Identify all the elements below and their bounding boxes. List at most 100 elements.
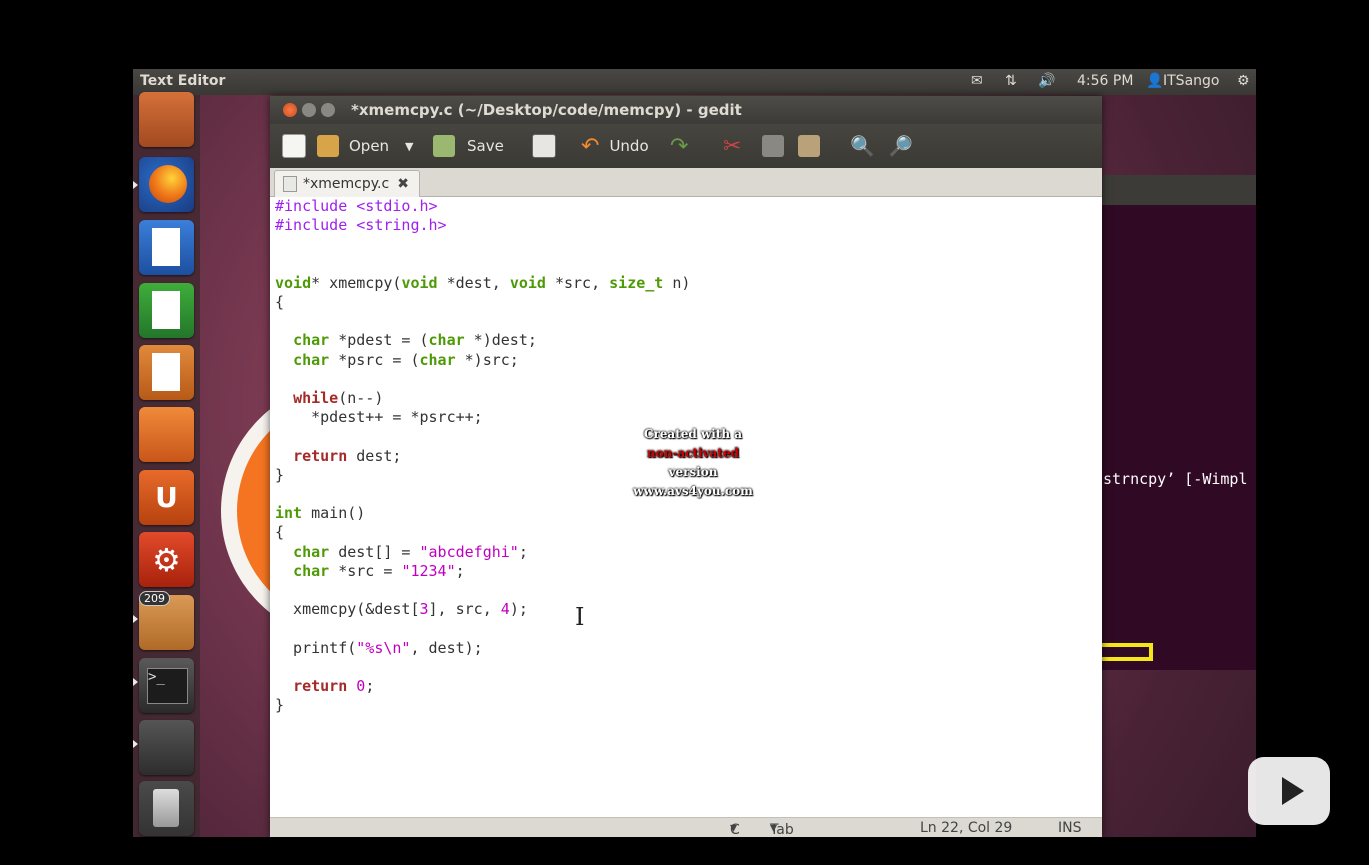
redo-icon: ↷ [670,133,689,159]
code-line: char *psrc = (char *)src; [293,350,519,369]
top-panel: Text Editor ✉ ⇅ 🔊 4:56 PM 👤 ITSango ⚙ [133,69,1256,95]
launcher: U ⚙ 209 >_ [133,92,200,837]
code-editor[interactable]: #include <stdio.h> #include <string.h> v… [270,197,1102,817]
open-button[interactable]: Open [317,132,389,160]
mail-icon[interactable]: ✉ [971,73,983,89]
paste-button[interactable] [798,132,820,160]
watermark-line-1: Created with a [643,427,743,441]
text-editor-icon[interactable] [139,720,194,775]
print-icon [532,134,556,158]
chevron-down-icon: ▼ [405,139,414,153]
minimize-button[interactable] [302,103,316,117]
folder-open-icon [317,135,339,157]
close-tab-icon[interactable]: ✖ [397,176,409,192]
code-line: return 0; [293,677,375,696]
terminal-highlight-box [1095,643,1153,661]
cut-button[interactable]: ✂ [723,132,741,160]
trash-can-glyph [153,789,179,827]
new-document-button[interactable] [282,132,306,160]
file-icon [283,176,297,192]
replace-button[interactable]: 🔎 [888,132,913,160]
firefox-logo [149,165,187,203]
scissors-icon: ✂ [723,133,742,159]
language-selector[interactable]: C ▾ [730,820,740,837]
undo-button[interactable]: ↶ Undo [581,132,649,160]
insert-mode: INS [1058,820,1082,836]
code-line: int main() [275,504,366,523]
maximize-button[interactable] [321,103,335,117]
close-button[interactable] [283,103,297,117]
document-glyph [152,228,180,266]
code-line: while(n--) [293,389,384,408]
terminal-icon[interactable]: >_ [139,658,194,713]
terminal-glyph: >_ [147,668,188,704]
cursor-position: Ln 22, Col 29 [920,820,1013,836]
shopping-bag-icon[interactable] [139,407,194,462]
update-icon[interactable]: 209 [139,591,194,650]
code-line: char *pdest = (char *)dest; [293,331,537,350]
presentation-glyph [152,353,180,391]
ubuntu-one-icon[interactable]: U [139,470,194,525]
redo-button[interactable]: ↷ [670,132,688,160]
open-label: Open [349,137,390,155]
update-count-badge: 209 [139,591,170,606]
code-line: *pdest++ = *psrc++; [275,408,483,427]
calc-icon[interactable] [139,283,194,338]
paste-icon [798,135,820,157]
code-line: #include <string.h> [275,216,447,235]
network-icon[interactable]: ⇅ [1005,73,1017,89]
code-line: { [275,293,285,312]
window-titlebar[interactable]: *xmemcpy.c (~/Desktop/code/memcpy) - ged… [270,96,1102,124]
desktop: strncpy’ [-Wimpl Text Editor ✉ ⇅ 🔊 4:56 … [133,69,1256,837]
save-label: Save [467,137,504,155]
user-icon[interactable]: 👤 [1146,73,1163,89]
tab-bar: *xmemcpy.c ✖ [270,168,1102,197]
play-icon [1282,777,1304,805]
writer-icon[interactable] [139,220,194,275]
clock[interactable]: 4:56 PM [1077,73,1133,89]
user-name[interactable]: ITSango [1163,73,1219,89]
find-button[interactable]: 🔍 [850,132,875,160]
trash-icon[interactable] [139,781,194,836]
running-indicator [133,181,138,189]
background-terminal-titlebar[interactable] [1093,175,1256,205]
search-replace-icon: 🔎 [888,134,913,158]
impress-icon[interactable] [139,345,194,400]
gear-icon[interactable]: ⚙ [1237,73,1250,89]
spreadsheet-glyph [152,291,180,329]
watermark-line-3: www.avs4you.com [633,484,753,498]
code-line: char *src = "1234"; [293,561,465,580]
print-button[interactable] [532,132,556,160]
folder-icon[interactable] [139,92,194,147]
settings-icon[interactable]: ⚙ [139,532,194,587]
running-indicator [133,740,138,748]
code-line: xmemcpy(&dest[3], src, 4); [275,600,528,619]
running-indicator [133,678,138,686]
code-line: } [275,696,285,715]
volume-icon[interactable]: 🔊 [1038,73,1055,89]
undo-label: Undo [609,137,649,155]
code-line: #include <stdio.h> [275,197,438,215]
code-line: void* xmemcpy(void *dest, void *src, siz… [275,273,691,292]
toolbar: Open ▼ Save ↶ Undo ↷ ✂ 🔍 🔎 [270,124,1102,168]
terminal-output-line: strncpy’ [-Wimpl [1103,470,1248,488]
bilibili-logo [1248,757,1330,825]
text-cursor-icon: I [575,603,585,631]
watermark-line-2: non-activated version [647,446,739,479]
window-title: *xmemcpy.c (~/Desktop/code/memcpy) - ged… [351,101,742,119]
search-icon: 🔍 [850,134,875,158]
wrench-glyph: ⚙ [152,540,181,579]
background-terminal-window[interactable]: strncpy’ [-Wimpl [1093,175,1256,670]
copy-button[interactable] [762,132,784,160]
code-line: char dest[] = "abcdefghi"; [293,542,528,561]
open-recent-dropdown[interactable]: ▼ [405,132,413,160]
save-button[interactable]: Save [433,132,504,160]
document-tab[interactable]: *xmemcpy.c ✖ [274,170,420,197]
code-line: } [275,465,285,484]
running-indicator [133,615,138,623]
firefox-icon[interactable] [139,157,194,212]
tab-width-selector[interactable]: Tab Width: 8 ▾ [770,820,794,837]
tab-label: *xmemcpy.c [303,176,390,192]
undo-icon: ↶ [581,133,600,159]
active-app-title: Text Editor [140,73,226,89]
